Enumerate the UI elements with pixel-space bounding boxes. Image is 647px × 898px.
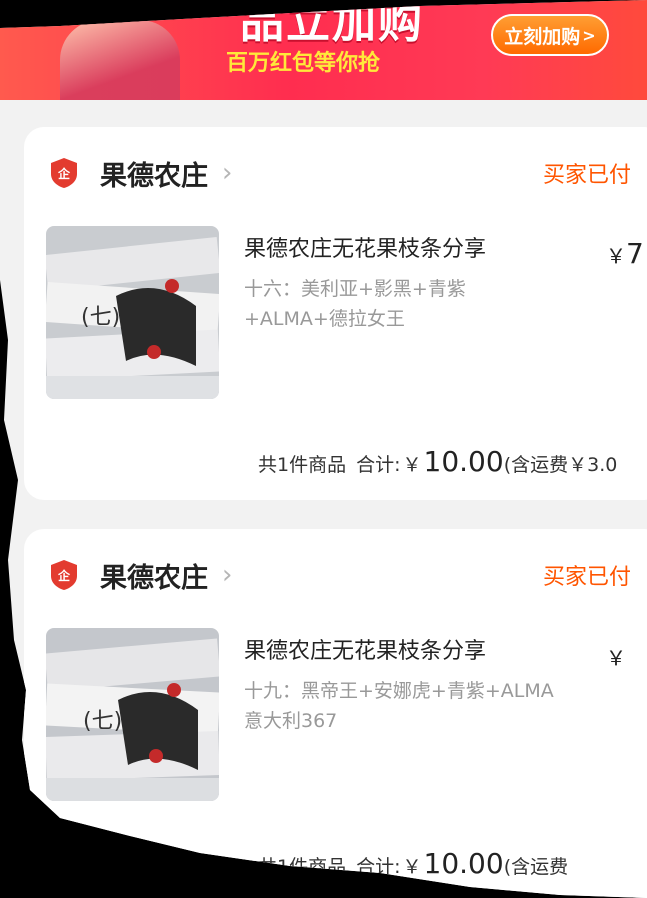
- banner-headline: 品立加购: [240, 0, 424, 48]
- chevron-right-icon[interactable]: ›: [222, 158, 232, 188]
- order-status: 买家已付: [543, 565, 632, 590]
- item-count: 共1件商品: [258, 856, 347, 878]
- total-label: 合计:: [356, 454, 401, 476]
- product-price: ￥7: [606, 237, 644, 270]
- svg-text:企: 企: [57, 568, 71, 583]
- shop-header[interactable]: 企 果德农庄 ›: [50, 153, 232, 193]
- shipping-note: (含运费￥3.0: [503, 454, 618, 476]
- product-spec: 十六：美利亚+影黑+青紫+ALMA+德拉女王: [244, 278, 466, 330]
- currency-symbol: ￥: [402, 454, 422, 476]
- svg-text:(七): (七): [81, 305, 120, 330]
- cta-arrow-icon: >: [582, 25, 596, 45]
- order-summary: 共1件商品 合计: ￥ 10.00 (含运费: [258, 847, 568, 880]
- order-total: 10.00: [423, 445, 504, 478]
- shop-header[interactable]: 企 果德农庄 ›: [50, 555, 232, 595]
- item-count: 共1件商品: [258, 454, 347, 476]
- svg-text:企: 企: [57, 166, 71, 181]
- shop-name[interactable]: 果德农庄: [100, 154, 208, 193]
- product-title[interactable]: 果德农庄无花果枝条分享: [244, 231, 486, 263]
- order-summary: 共1件商品 合计: ￥ 10.00 (含运费￥3.0: [258, 445, 617, 478]
- shop-name[interactable]: 果德农庄: [100, 556, 208, 595]
- total-label: 合计:: [356, 856, 401, 878]
- order-card[interactable]: 企 果德农庄 › 买家已付 (七) 果德农庄无花果枝条分享 ￥ 十九：黑帝王+安…: [24, 529, 647, 898]
- svg-text:(七): (七): [83, 709, 122, 734]
- add-to-cart-now-button[interactable]: 立刻加购 >: [491, 14, 609, 56]
- order-total: 10.00: [423, 847, 504, 880]
- banner-subtitle: 百万红包等你抢: [226, 51, 381, 76]
- currency-symbol: ￥: [402, 856, 422, 878]
- cta-label: 立刻加购: [504, 25, 581, 48]
- product-thumbnail[interactable]: (七): [46, 226, 219, 399]
- product-title[interactable]: 果德农庄无花果枝条分享: [244, 633, 486, 665]
- enterprise-shield-icon: 企: [51, 158, 77, 188]
- product-price: ￥: [606, 646, 626, 670]
- chevron-right-icon[interactable]: ›: [222, 560, 232, 590]
- product-thumbnail[interactable]: (七): [46, 628, 219, 801]
- banner-model-image: [60, 20, 180, 100]
- promo-banner[interactable]: 品立加购 百万红包等你抢 立刻加购 >: [0, 0, 647, 100]
- screenshot-page: 品立加购 百万红包等你抢 立刻加购 > 企 果德农庄 › 买家已付 (七) 果德…: [0, 0, 647, 898]
- order-status: 买家已付: [543, 163, 632, 188]
- order-card[interactable]: 企 果德农庄 › 买家已付 (七) 果德农庄无花果枝条分享 ￥7 十六：美利亚+…: [24, 127, 647, 500]
- shipping-note: (含运费: [503, 856, 569, 878]
- enterprise-shield-icon: 企: [51, 560, 77, 590]
- product-spec: 十九：黑帝王+安娜虎+青紫+ALMA意大利367: [244, 680, 554, 732]
